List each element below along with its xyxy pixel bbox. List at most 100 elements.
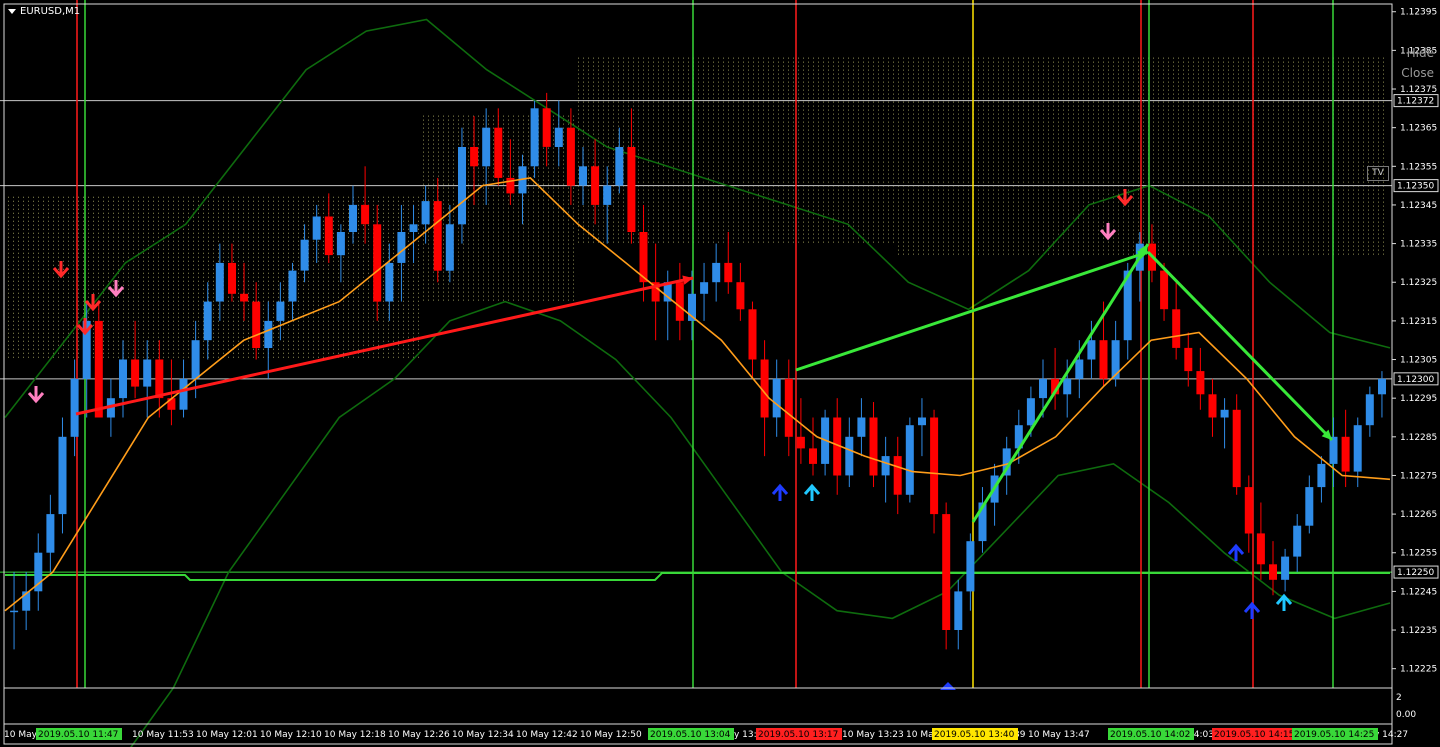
price-chart[interactable]: 1.123951.123851.123751.123651.123551.123… [0,0,1440,747]
price-label-box-text: 1.12250 [1397,568,1434,578]
candle-body [809,448,817,464]
candle-body [905,425,914,495]
candle-body [10,610,19,613]
price-tick-label: 1.12295 [1400,394,1437,404]
symbol-title[interactable]: EURUSD,M1 [8,6,80,17]
candle-body [1341,436,1350,472]
candle-body [336,232,345,256]
candle-body [1244,487,1253,534]
price-tick-label: 1.12395 [1400,8,1437,18]
price-label-box-text: 1.12372 [1397,97,1434,107]
price-tick-label: 1.12355 [1400,162,1437,172]
candle-body [349,204,357,232]
candle-body [724,262,733,283]
price-tick-label: 1.12335 [1400,240,1437,250]
time-tag-label: 2019.05.10 13:17 [758,730,838,740]
candle-body [869,417,878,476]
candle-body [1293,525,1302,557]
price-label-box-text: 1.12350 [1397,182,1434,192]
candle-body [288,270,297,302]
price-tick-label: 1.12365 [1400,124,1437,134]
price-tick-label: 1.12375 [1400,85,1437,95]
candle-body [857,417,866,437]
time-label: 10 May 12:10 [260,730,322,740]
candle-body [712,262,721,283]
time-label: 10 May [4,730,38,740]
candle-body [1063,378,1072,395]
candle-body [675,282,684,321]
candle-body [482,127,491,167]
candle-body [930,417,939,515]
candle-body [312,216,321,240]
moving-average [4,177,1391,612]
signal-arrow-up-icon [771,483,789,501]
time-label: y 14:27 [1374,730,1408,740]
price-tick-label: 1.12245 [1400,587,1437,597]
price-tick-label: 1.12315 [1400,317,1437,327]
candle-body [1220,409,1229,418]
price-tick-label: 1.12225 [1400,665,1437,675]
price-tick-label: 1.12305 [1400,356,1437,366]
candle-body [554,127,563,147]
candle-body [893,456,902,495]
time-label: 10 May 11:53 [132,730,194,740]
candle-body [566,127,575,186]
chart-frame [3,3,1393,745]
price-tick-label: 1.12265 [1400,510,1437,520]
price-tick-label: 1.12325 [1400,278,1437,288]
candle-body [954,591,963,630]
price-tick-label: 1.12235 [1400,626,1437,636]
signal-arrow-up-icon [803,483,821,501]
price-tick-label: 1.12285 [1400,433,1437,443]
candle-body [276,301,285,321]
trend-arrow-green-2 [971,243,1150,523]
candle-body [252,301,261,348]
candle-body [1196,371,1205,395]
candle-body [361,204,370,225]
candle-body [1039,378,1047,399]
support-line [5,572,1390,581]
candle-body [784,378,793,437]
candle-body [203,301,212,341]
candle-body [579,166,587,186]
candle-body [1317,463,1326,488]
signal-arrow-down-icon [27,386,45,404]
candle-body [179,378,188,410]
hide-button[interactable]: Hide [1407,46,1434,60]
time-label: 10 May 12:50 [580,730,642,740]
candle-body [155,359,164,399]
time-tag-label: 2019.05.10 11:47 [38,730,118,740]
candle-body [70,378,79,437]
candle-body [1075,359,1084,379]
signal-arrow-down-icon [52,261,70,279]
candle-body [191,340,200,379]
candle-body [966,541,975,592]
symbol-label: EURUSD,M1 [20,6,81,17]
candle-body [167,398,176,410]
candle-body [591,166,600,205]
candle-body [1305,487,1314,526]
time-axis: 10 May 10 May 11:53 10 May 12:01 10 May 12:… [4,728,1408,740]
candle-body [918,417,926,426]
candle-body [615,147,624,186]
time-tag-label: 2019.05.10 14:25 [1294,730,1374,740]
candle-body [1160,270,1169,310]
candle-body [845,436,854,476]
candle-body [772,378,781,418]
candle-body [881,456,890,476]
lower-band [130,300,1391,747]
candle-body [1026,398,1035,426]
trend-arrow-red [75,276,694,416]
time-label: 10 May 12:01 [196,730,258,740]
orange-ma-line [4,177,1391,612]
close-button[interactable]: Close [1401,66,1434,80]
price-tick-label: 1.12255 [1400,549,1437,559]
candle-body [942,514,951,630]
candle-body [530,108,539,167]
candle-body [603,185,612,205]
time-tag-label: 2019.05.10 13:04 [650,730,731,740]
time-label: 10 May 13:47 [1028,730,1090,740]
tv-button[interactable]: TV [1367,166,1389,181]
candle-body [1365,394,1374,426]
candle-body [494,127,503,178]
